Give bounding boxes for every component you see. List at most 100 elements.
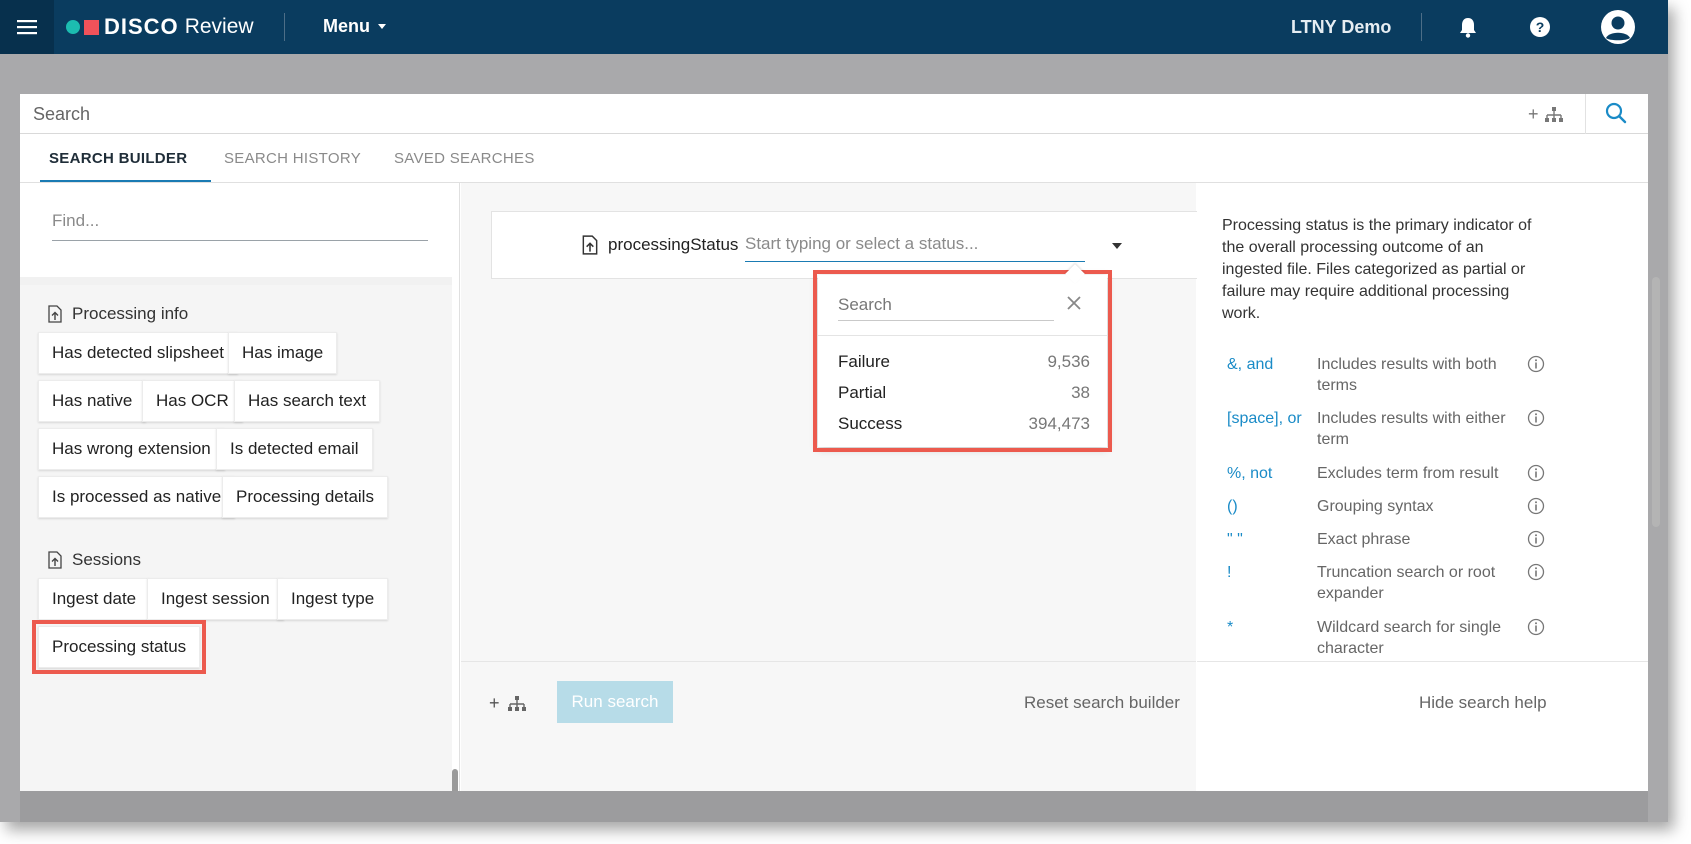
top-navigation-bar: DISCO Review Menu LTNY Demo ? bbox=[0, 0, 1668, 54]
option-count: 9,536 bbox=[1047, 352, 1090, 371]
notifications-button[interactable] bbox=[1454, 13, 1482, 41]
status-option-success[interactable]: Success 394,473 bbox=[838, 414, 1090, 434]
status-input[interactable] bbox=[745, 230, 1085, 254]
menu-label: Menu bbox=[323, 16, 370, 36]
run-search-button[interactable]: Run search bbox=[557, 681, 673, 723]
info-icon[interactable] bbox=[1527, 530, 1545, 548]
field-list-panel: Processing info Has detected slipsheet H… bbox=[20, 183, 460, 822]
condition-field-name: processingStatus bbox=[608, 235, 739, 254]
app-logo[interactable]: DISCO Review bbox=[66, 14, 254, 40]
operator-symbol: ! bbox=[1227, 564, 1232, 581]
tab-search-builder[interactable]: SEARCH BUILDER bbox=[49, 150, 187, 167]
operator-symbol: " " bbox=[1227, 531, 1243, 548]
help-button[interactable]: ? bbox=[1526, 13, 1554, 41]
field-chip[interactable]: Has native bbox=[38, 380, 147, 422]
status-option-partial[interactable]: Partial 38 bbox=[838, 383, 1090, 403]
field-chip[interactable]: Is processed as native bbox=[38, 476, 236, 518]
field-chip[interactable]: Is detected email bbox=[216, 428, 373, 470]
search-submit-button[interactable] bbox=[1605, 102, 1627, 129]
search-tabs: SEARCH BUILDER SEARCH HISTORY SAVED SEAR… bbox=[20, 134, 1648, 183]
operator-description: Wildcard search for single character bbox=[1317, 619, 1502, 657]
add-icon[interactable]: + bbox=[1528, 104, 1539, 125]
search-bar: Search + bbox=[20, 94, 1648, 134]
help-circle-icon: ? bbox=[1530, 17, 1550, 37]
field-groups: Processing info Has detected slipsheet H… bbox=[20, 285, 452, 791]
search-panel: Search + SEARCH BUILDER SEARCH HISTORY S… bbox=[20, 94, 1660, 822]
option-label: Failure bbox=[838, 352, 890, 371]
user-avatar-icon bbox=[1601, 10, 1635, 44]
field-chip[interactable]: Has search text bbox=[234, 380, 381, 422]
option-label: Partial bbox=[838, 383, 887, 402]
search-bar-divider bbox=[1585, 94, 1586, 134]
field-chip[interactable]: Ingest date bbox=[38, 578, 151, 620]
close-icon bbox=[1067, 296, 1081, 310]
tab-saved-searches[interactable]: SAVED SEARCHES bbox=[394, 150, 535, 167]
group-sessions: Sessions bbox=[48, 550, 141, 570]
operator-symbol: &, and bbox=[1227, 356, 1274, 373]
logo-dot-icon bbox=[66, 20, 80, 34]
topbar-divider bbox=[1421, 13, 1422, 41]
builder-footer: + Run search Reset search builder bbox=[461, 661, 1196, 791]
hamburger-icon bbox=[17, 20, 37, 35]
bell-icon bbox=[1460, 18, 1476, 38]
user-avatar-button[interactable] bbox=[1599, 8, 1637, 46]
operator-description: Truncation search or root expander bbox=[1317, 564, 1496, 602]
help-scrollbar[interactable] bbox=[1652, 277, 1660, 527]
app-window: DISCO Review Menu LTNY Demo ? Search + S… bbox=[0, 0, 1668, 822]
condition-field: processingStatus bbox=[582, 235, 738, 255]
hierarchy-icon[interactable] bbox=[507, 695, 526, 712]
status-option-failure[interactable]: Failure 9,536 bbox=[838, 352, 1090, 372]
topbar-divider bbox=[284, 13, 285, 41]
group-title-label: Processing info bbox=[72, 304, 189, 323]
operator-description: Exact phrase bbox=[1317, 531, 1411, 548]
field-chip[interactable]: Has OCR bbox=[142, 380, 243, 422]
search-bar-tools: + bbox=[1528, 104, 1563, 125]
info-icon[interactable] bbox=[1527, 409, 1545, 427]
list-scroll-shadow bbox=[20, 277, 452, 285]
info-icon[interactable] bbox=[1527, 355, 1545, 373]
file-upload-icon bbox=[582, 235, 598, 255]
find-input[interactable] bbox=[52, 211, 428, 231]
brand-name: DISCO bbox=[104, 14, 179, 39]
search-input[interactable]: Search bbox=[33, 104, 90, 125]
caret-down-icon bbox=[378, 24, 386, 29]
workspace-name[interactable]: LTNY Demo bbox=[1291, 17, 1391, 38]
hierarchy-icon[interactable] bbox=[1544, 106, 1563, 123]
field-chip[interactable]: Has detected slipsheet bbox=[38, 332, 238, 374]
field-chip[interactable]: Has image bbox=[228, 332, 338, 374]
file-upload-icon bbox=[48, 305, 62, 323]
footer-divider bbox=[1197, 661, 1648, 662]
active-tab-indicator bbox=[40, 180, 211, 182]
option-count: 38 bbox=[1071, 383, 1090, 402]
brand-product: Review bbox=[184, 15, 254, 38]
reset-search-builder-link[interactable]: Reset search builder bbox=[1024, 693, 1180, 713]
operator-symbol: () bbox=[1227, 498, 1238, 515]
field-chip-processing-status[interactable]: Processing status bbox=[31, 620, 207, 674]
condition-card: processingStatus bbox=[491, 211, 1221, 279]
builder-add-tools: + bbox=[489, 693, 526, 714]
add-icon[interactable]: + bbox=[489, 693, 500, 714]
hamburger-menu-button[interactable] bbox=[0, 0, 54, 54]
footer-divider bbox=[461, 661, 1196, 662]
caret-down-icon[interactable] bbox=[1112, 243, 1122, 249]
field-chip[interactable]: Processing details bbox=[222, 476, 388, 518]
status-dropdown: Search Failure 9,536 Partial 38 Success … bbox=[813, 264, 1112, 452]
field-chip[interactable]: Ingest type bbox=[277, 578, 389, 620]
search-help-panel: Processing status is the primary indicat… bbox=[1197, 183, 1648, 791]
hide-search-help-link[interactable]: Hide search help bbox=[1419, 693, 1547, 713]
info-icon[interactable] bbox=[1527, 563, 1545, 581]
main-menu-dropdown[interactable]: Menu bbox=[323, 16, 386, 37]
dropdown-clear-button[interactable] bbox=[1066, 295, 1082, 316]
search-icon bbox=[1605, 102, 1627, 124]
info-icon[interactable] bbox=[1527, 464, 1545, 482]
dropdown-search-input[interactable]: Search bbox=[838, 289, 1054, 321]
svg-text:?: ? bbox=[1536, 19, 1545, 35]
help-description: Processing status is the primary indicat… bbox=[1222, 217, 1532, 322]
info-icon[interactable] bbox=[1527, 618, 1545, 636]
field-chip[interactable]: Has wrong extension bbox=[38, 428, 225, 470]
operator-description: Grouping syntax bbox=[1317, 498, 1434, 515]
search-builder-area: processingStatus Search Failure 9,536 bbox=[461, 183, 1221, 791]
info-icon[interactable] bbox=[1527, 497, 1545, 515]
tab-search-history[interactable]: SEARCH HISTORY bbox=[224, 150, 361, 167]
field-chip[interactable]: Ingest session bbox=[147, 578, 284, 620]
